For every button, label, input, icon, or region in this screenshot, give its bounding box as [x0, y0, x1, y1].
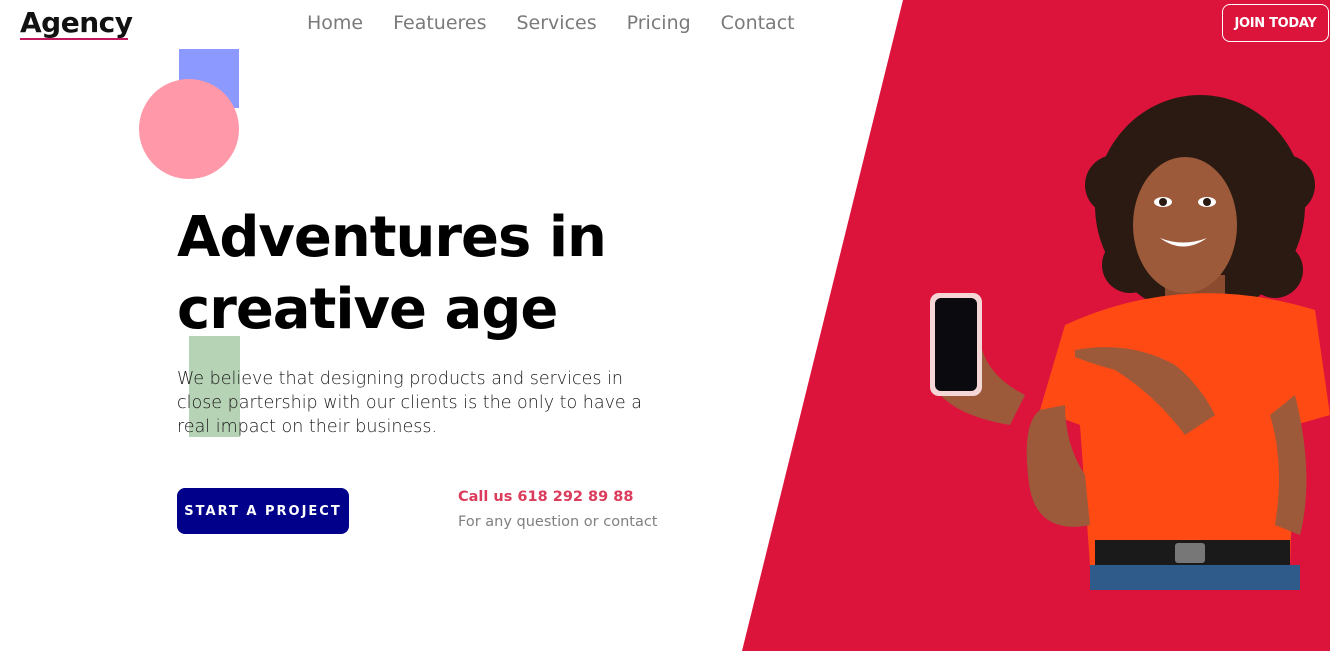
hero-headline: Adventures in creative age — [177, 202, 737, 346]
call-subtext: For any question or contact — [458, 514, 658, 530]
start-project-button[interactable]: START A PROJECT — [177, 488, 349, 534]
main-nav: Home Featueres Services Pricing Contact — [307, 12, 795, 34]
nav-item-contact[interactable]: Contact — [721, 12, 795, 34]
join-today-button[interactable]: JOIN TODAY — [1222, 4, 1329, 42]
logo-underline — [20, 38, 128, 40]
hero-description: We believe that designing products and s… — [177, 369, 642, 437]
headline-line-1: Adventures in — [177, 205, 607, 270]
nav-item-services[interactable]: Services — [517, 12, 597, 34]
headline-line-2: creative age — [177, 277, 558, 342]
call-us-text: Call us 618 292 89 88 — [458, 489, 634, 505]
nav-item-pricing[interactable]: Pricing — [627, 12, 691, 34]
woman-holding-phone-photo — [930, 95, 1330, 590]
logo[interactable]: Agency — [20, 6, 133, 39]
nav-item-home[interactable]: Home — [307, 12, 363, 34]
nav-item-features[interactable]: Featueres — [393, 12, 486, 34]
decor-pink-circle — [139, 79, 239, 179]
